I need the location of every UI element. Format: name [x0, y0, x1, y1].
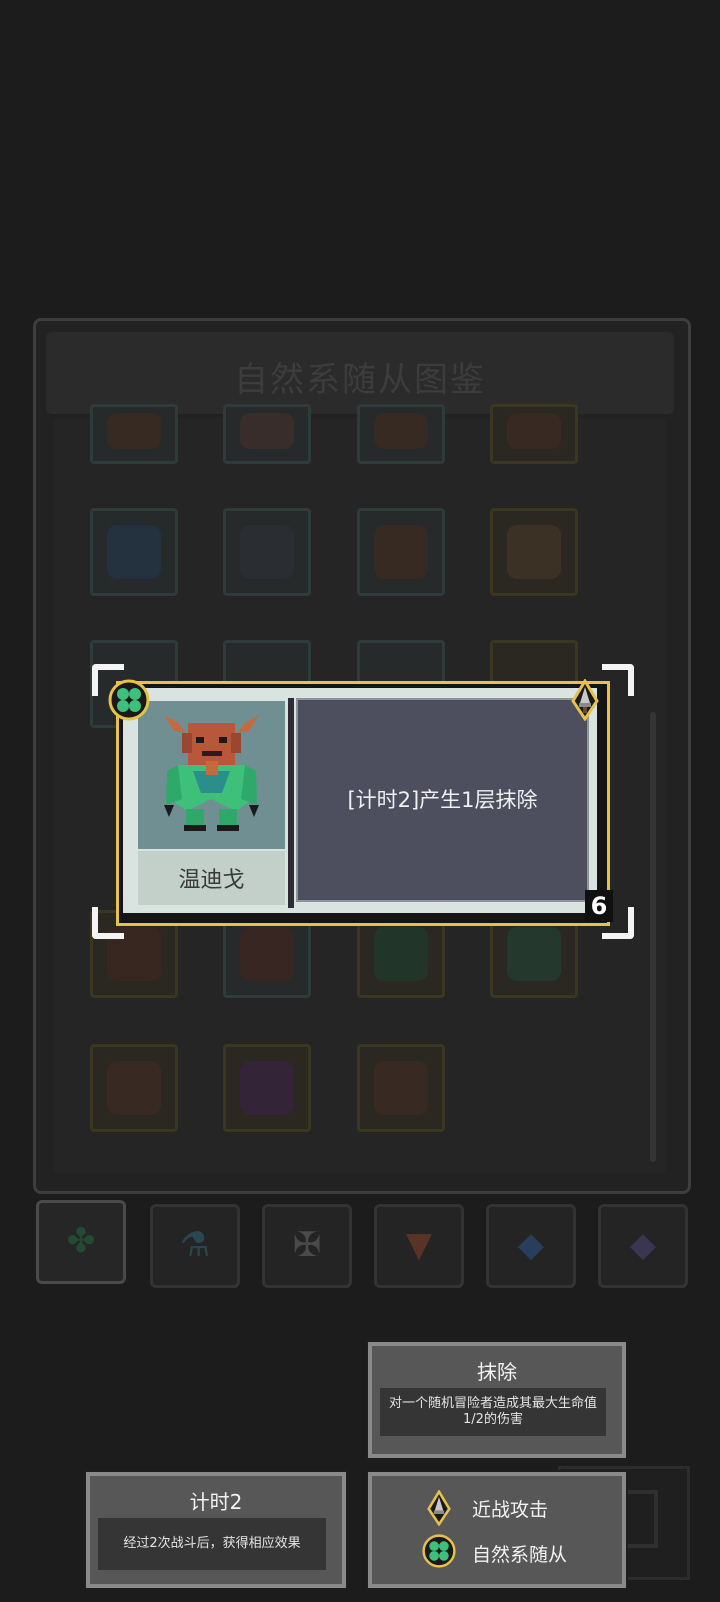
tab-undead[interactable]: ✠ — [262, 1204, 352, 1288]
minion-portrait — [138, 701, 285, 849]
tab-potion[interactable]: ⚗ — [150, 1204, 240, 1288]
ability-description: [计时2]产生1层抹除 — [347, 788, 538, 812]
minion-slot[interactable] — [357, 1044, 445, 1132]
minion-slot[interactable] — [223, 1044, 311, 1132]
keyword-tooltip-erase: 抹除 对一个随机冒险者造成其最大生命值1/2的伤害 — [368, 1342, 626, 1458]
minion-slot[interactable] — [357, 404, 445, 464]
collection-title: 自然系随从图鉴 — [234, 360, 486, 400]
keyword-tooltip-timer: 计时2 经过2次战斗后，获得相应效果 — [86, 1472, 346, 1588]
dagger-icon — [424, 1489, 454, 1527]
minion-slot[interactable] — [223, 508, 311, 596]
tooltip-body: 对一个随机冒险者造成其最大生命值1/2的伤害 — [380, 1388, 606, 1436]
tab-crystal[interactable]: ◆ — [486, 1204, 576, 1288]
diamond-icon: ◆ — [517, 1225, 545, 1265]
wendigo-sprite — [164, 715, 259, 831]
minion-slot[interactable] — [223, 404, 311, 464]
fox-head-icon: ▼ — [405, 1225, 433, 1265]
tag-melee: 近战攻击 — [472, 1499, 549, 1521]
tooltip-title: 抹除 — [477, 1360, 517, 1384]
selection-corner — [92, 907, 124, 939]
minion-slot[interactable] — [90, 508, 178, 596]
minion-slot[interactable] — [90, 404, 178, 464]
minion-name: 温迪戈 — [178, 868, 245, 893]
selection-corner — [602, 664, 634, 696]
clover-icon — [422, 1534, 456, 1568]
tab-nature[interactable]: ✤ — [36, 1200, 126, 1284]
grid-scrollbar[interactable] — [650, 712, 656, 1162]
tooltip-title: 计时2 — [189, 1490, 243, 1514]
minion-slot[interactable] — [490, 508, 578, 596]
card-divider — [288, 698, 294, 908]
diamond-icon: ◆ — [629, 1225, 657, 1265]
clover-icon: ✤ — [66, 1221, 96, 1261]
minion-slot[interactable] — [357, 508, 445, 596]
tab-beast[interactable]: ▼ — [374, 1204, 464, 1288]
minion-slot[interactable] — [490, 404, 578, 464]
flask-icon: ⚗ — [179, 1225, 211, 1265]
tooltip-body: 经过2次战斗后，获得相应效果 — [98, 1518, 326, 1570]
tag-tooltip: 近战攻击 自然系随从 — [368, 1472, 626, 1588]
bone-cross-icon: ✠ — [292, 1225, 322, 1265]
tag-nature: 自然系随从 — [472, 1544, 568, 1566]
clover-icon — [108, 679, 150, 721]
tab-gem[interactable]: ◆ — [598, 1204, 688, 1288]
dagger-icon — [568, 678, 602, 722]
cost-badge: 6 — [585, 890, 613, 922]
minion-slot[interactable] — [90, 1044, 178, 1132]
